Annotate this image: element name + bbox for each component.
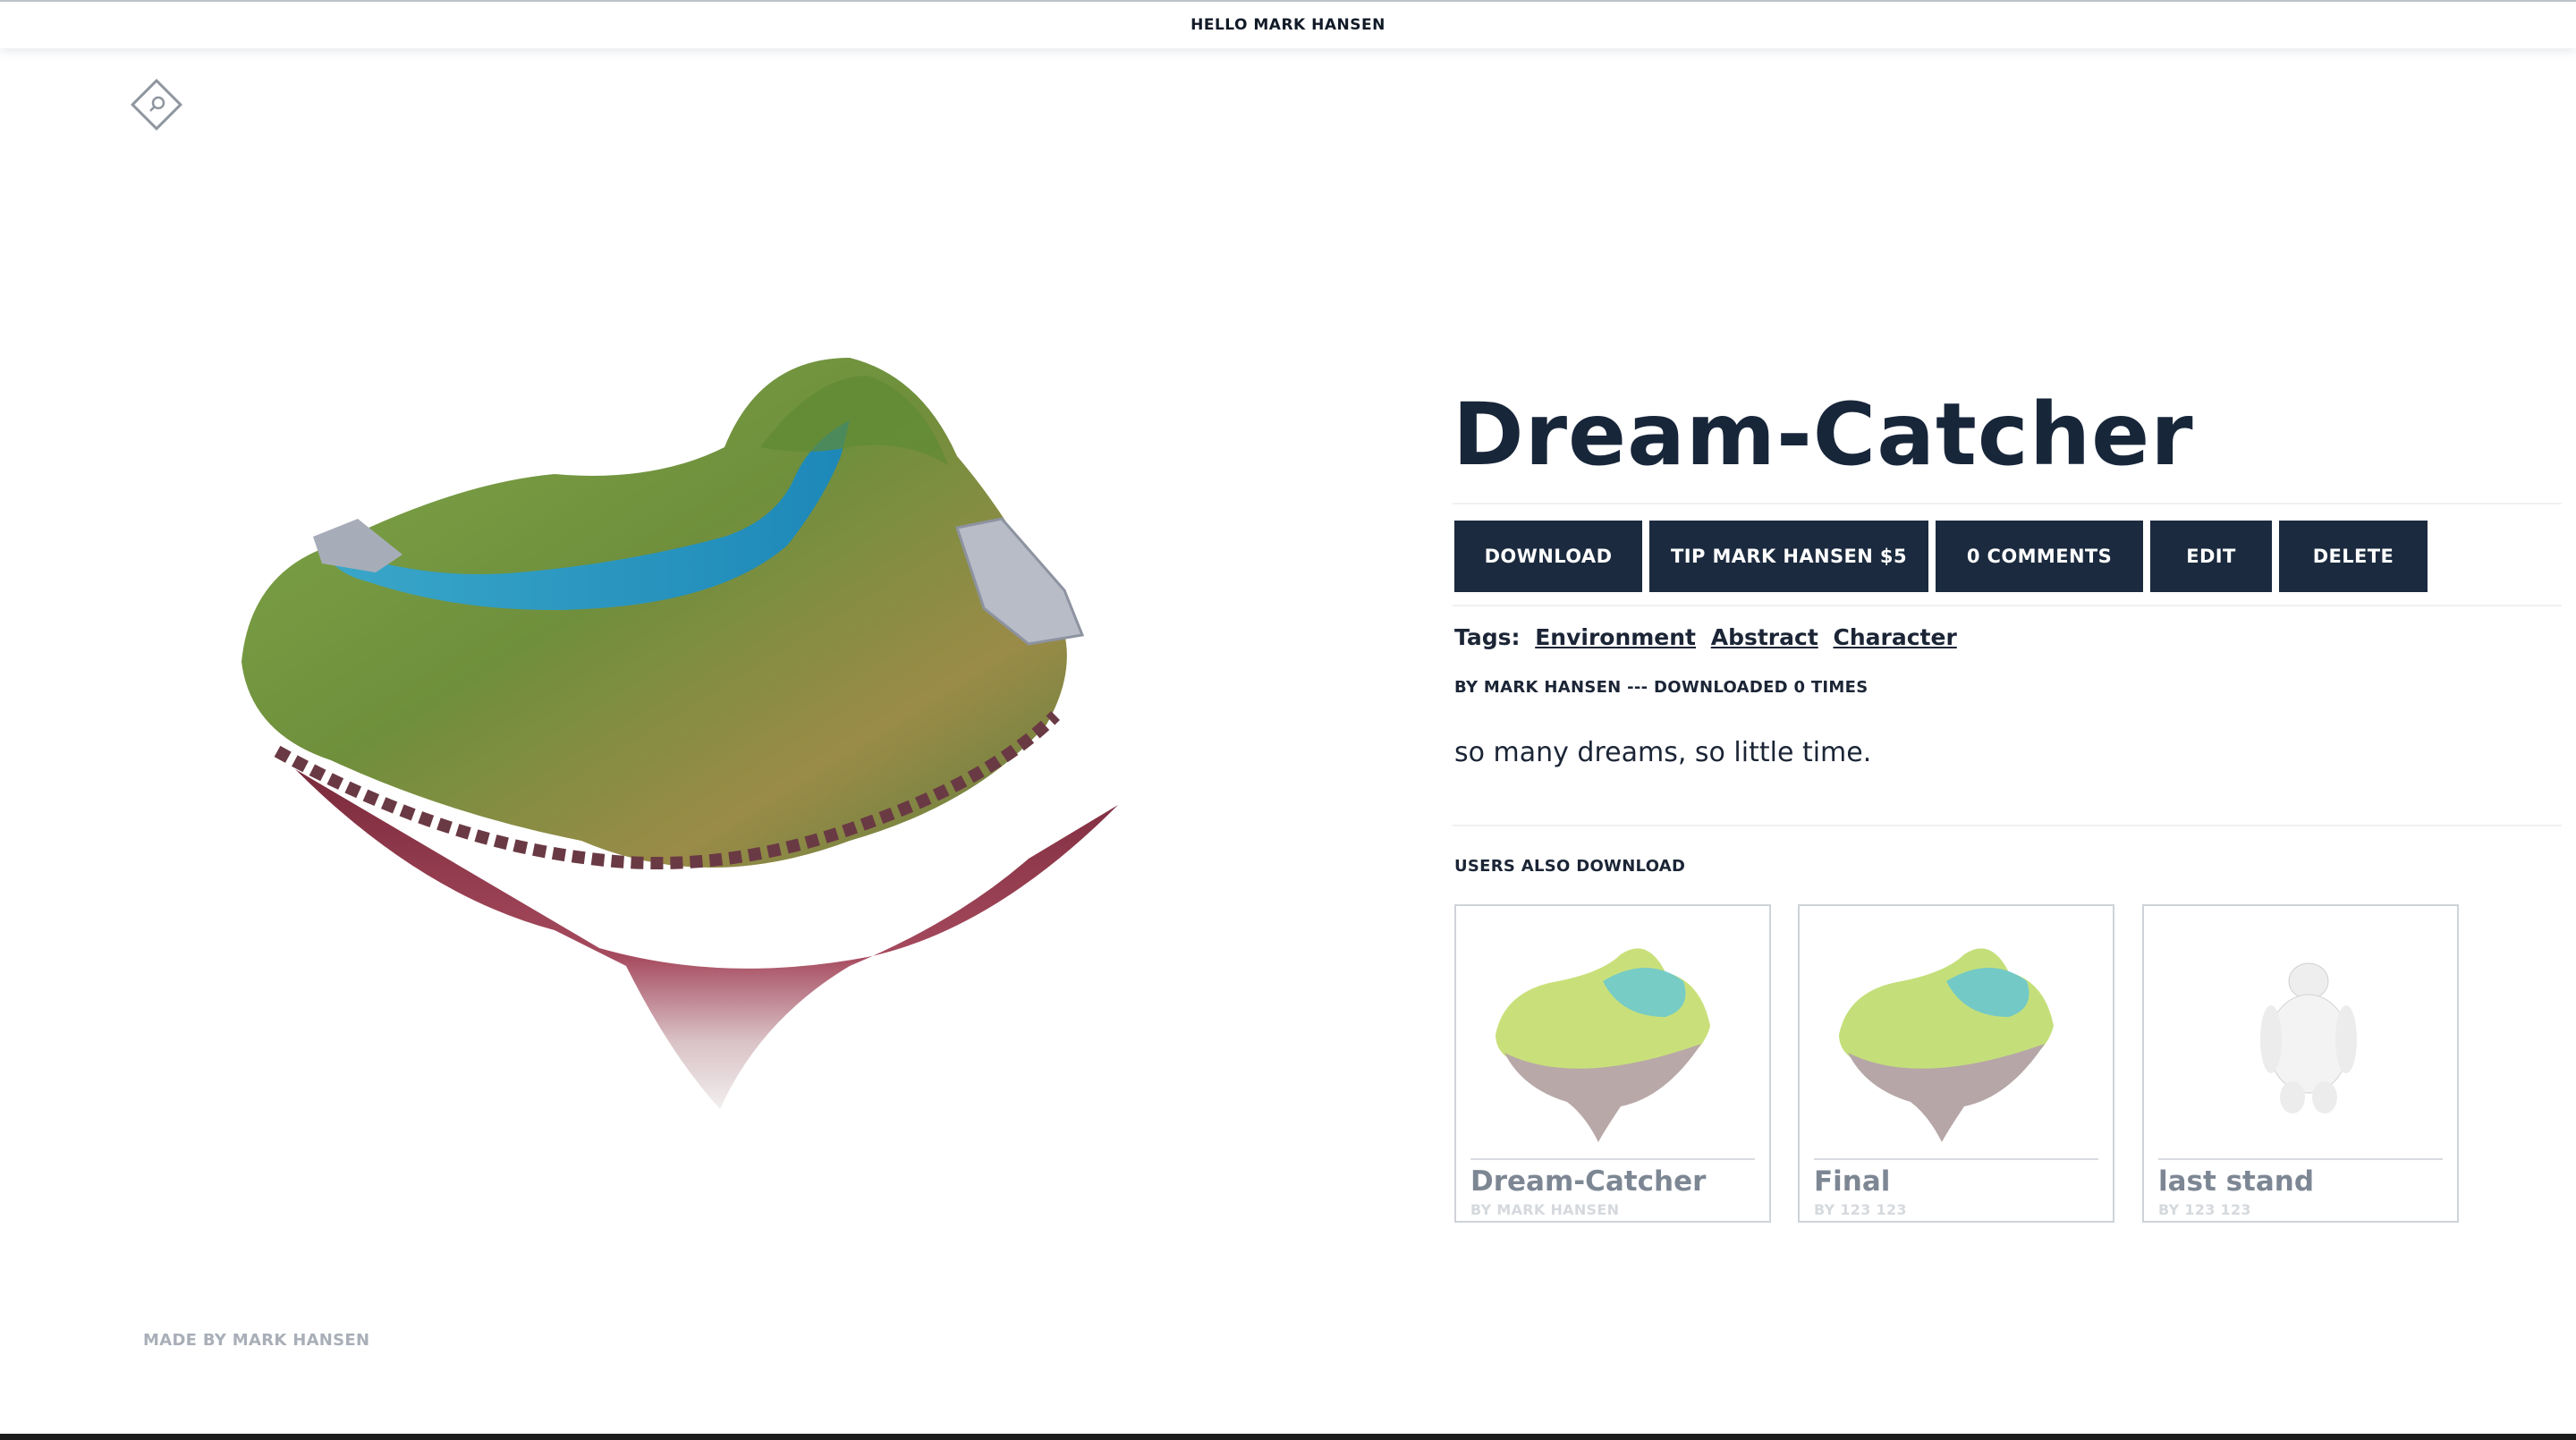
top-bar: HELLO MARK HANSEN <box>0 0 2576 48</box>
related-heading: USERS ALSO DOWNLOAD <box>1454 857 1686 876</box>
page-title: Dream-Catcher <box>1453 385 2194 485</box>
card-title: Final <box>1814 1165 1891 1198</box>
card-author: BY 123 123 <box>1814 1201 1907 1218</box>
comments-button[interactable]: 0 COMMENTS <box>1936 521 2143 592</box>
delete-button[interactable]: DELETE <box>2279 521 2428 592</box>
download-button[interactable]: DOWNLOAD <box>1454 521 1642 592</box>
model-thumbnail <box>2260 962 2357 1114</box>
tags-label: Tags: <box>1454 624 1521 650</box>
actions-divider <box>1453 605 2562 606</box>
window-bottom-edge <box>0 1434 2576 1440</box>
card-divider <box>1814 1158 2098 1160</box>
card-divider <box>2158 1158 2443 1160</box>
model-description: so many dreams, so little time. <box>1454 737 1872 768</box>
model-thumbnail <box>1496 948 1710 1142</box>
related-card[interactable]: Final BY 123 123 <box>1798 904 2114 1223</box>
footer-credit: MADE BY MARK HANSEN <box>143 1331 370 1350</box>
action-bar: DOWNLOAD TIP MARK HANSEN $5 0 COMMENTS E… <box>1454 521 2428 592</box>
greeting-text[interactable]: HELLO MARK HANSEN <box>1191 16 1385 34</box>
card-author: BY 123 123 <box>2158 1201 2251 1218</box>
tag-link[interactable]: Character <box>1834 624 1957 650</box>
tags-row: Tags: Environment Abstract Character <box>1454 624 1957 650</box>
title-divider <box>1453 503 2562 504</box>
card-title: Dream-Catcher <box>1470 1165 1707 1198</box>
card-divider <box>1470 1158 1755 1160</box>
related-card[interactable]: last stand BY 123 123 <box>2142 904 2459 1223</box>
description-divider <box>1453 825 2562 826</box>
byline: BY MARK HANSEN --- DOWNLOADED 0 TIMES <box>1454 678 1868 697</box>
card-title: last stand <box>2158 1165 2315 1198</box>
tip-button[interactable]: TIP MARK HANSEN $5 <box>1649 521 1928 592</box>
related-card[interactable]: Dream-Catcher BY MARK HANSEN <box>1454 904 1771 1223</box>
model-viewer[interactable] <box>224 340 1252 1127</box>
tag-link[interactable]: Abstract <box>1711 624 1818 650</box>
search-diamond-icon[interactable] <box>127 75 186 134</box>
edit-button[interactable]: EDIT <box>2150 521 2272 592</box>
card-author: BY MARK HANSEN <box>1470 1201 1620 1218</box>
model-thumbnail <box>1839 948 2054 1142</box>
tag-link[interactable]: Environment <box>1535 624 1696 650</box>
